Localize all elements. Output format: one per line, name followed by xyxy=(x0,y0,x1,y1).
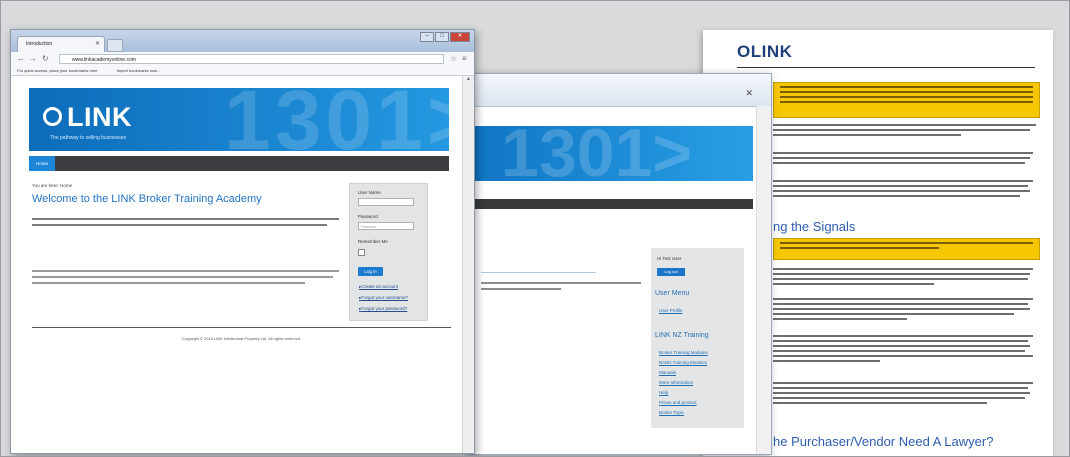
reload-icon[interactable]: ↻ xyxy=(42,54,49,64)
sidebar-item[interactable]: More Information xyxy=(659,380,693,385)
intro-text xyxy=(32,216,342,230)
sidebar-item[interactable]: Prices and product xyxy=(659,400,697,405)
site-brand: LINK xyxy=(67,102,132,132)
create-account-link[interactable]: Create an account xyxy=(359,284,398,290)
forgot-username-link[interactable]: Forgot your username? xyxy=(359,295,408,301)
password-field[interactable]: Password xyxy=(358,222,414,230)
site-navbar: Home xyxy=(29,156,449,171)
close-window-button[interactable]: ✕ xyxy=(450,32,470,42)
highlight-box xyxy=(773,82,1040,118)
document-heading: ng the Signals xyxy=(773,219,856,234)
link-logo-icon xyxy=(43,107,62,126)
nav-home[interactable]: Home xyxy=(29,156,55,171)
middle-sidebar: Hi Test User Log out User Menu User Prof… xyxy=(651,248,744,428)
scroll-up-icon[interactable]: ▲ xyxy=(463,76,474,82)
front-browser-window: Introduction ✕ – □ ✕ ← → ↻ www.linkacademy… xyxy=(10,29,475,454)
scrollbar[interactable] xyxy=(756,106,771,454)
login-box: User Name Password Password Remember Me … xyxy=(349,183,428,321)
password-label: Password xyxy=(358,214,378,219)
browser-toolbar: ← → ↻ www.linkacademyonline.com ☆ ≡ xyxy=(11,52,474,66)
menu-icon[interactable]: ≡ xyxy=(462,54,467,64)
sidebar-item[interactable]: Broker Topic xyxy=(659,410,684,415)
breadcrumb: You are here: Home xyxy=(32,183,73,188)
forgot-password-link[interactable]: Forgot your password? xyxy=(359,306,407,312)
page-title: Welcome to the LINK Broker Training Acad… xyxy=(32,193,262,205)
sidebar-section-title: LINK NZ Training xyxy=(655,332,709,339)
footer-text: Copyright © 2016 LINK Intellectual Prope… xyxy=(181,336,302,341)
document-paragraph xyxy=(773,298,1041,323)
scrollbar[interactable]: ▲ xyxy=(462,76,474,453)
sidebar-item[interactable]: BAND Training Modules xyxy=(659,360,707,365)
middle-text-line xyxy=(481,288,561,290)
site-banner: 1301> LINK The pathway to selling busine… xyxy=(29,88,449,151)
bookmark-item[interactable]: Import bookmarks now... xyxy=(117,68,161,73)
bookmarks-bar: For quick access, place your bookmarks h… xyxy=(11,66,474,76)
document-paragraph xyxy=(773,382,1041,407)
logout-button[interactable]: Log out xyxy=(657,268,685,276)
document-paragraph xyxy=(773,124,1041,139)
bookmark-item[interactable]: For quick access, place your bookmarks h… xyxy=(17,68,97,73)
forward-icon[interactable]: → xyxy=(29,54,37,64)
login-button[interactable]: Log in xyxy=(358,267,383,276)
minimize-button[interactable]: – xyxy=(420,32,434,42)
maximize-button[interactable]: □ xyxy=(435,32,449,42)
tab-title: Introduction xyxy=(26,41,53,47)
sidebar-item[interactable]: Broker Training Modules xyxy=(659,350,708,355)
middle-banner: 1301> xyxy=(471,126,753,181)
middle-navbar xyxy=(471,199,753,209)
sidebar-section-title: User Menu xyxy=(655,290,690,297)
new-tab-button[interactable] xyxy=(107,39,123,52)
document-paragraph xyxy=(773,268,1041,288)
remember-label: Remember Me xyxy=(358,239,388,244)
sidebar-item[interactable]: Help xyxy=(659,390,668,395)
footer-divider xyxy=(32,327,451,328)
document-paragraph xyxy=(773,335,1041,365)
middle-window-chrome: ✕ xyxy=(471,74,771,107)
address-bar[interactable]: www.linkacademyonline.com xyxy=(59,54,444,64)
document-heading: he Purchaser/Vendor Need A Lawyer? xyxy=(773,434,994,449)
browser-tab[interactable]: Introduction ✕ xyxy=(17,36,105,52)
middle-text-line xyxy=(481,282,641,284)
sidebar-item[interactable]: User Profile xyxy=(659,308,683,313)
document-logo: OLINK xyxy=(737,42,793,61)
title-bar: Introduction ✕ – □ ✕ xyxy=(11,30,474,52)
user-greeting: Hi Test User xyxy=(657,256,682,261)
middle-browser-window: ✕ 1301> ——————————————————————— Hi Test … xyxy=(470,73,772,455)
secondary-text xyxy=(32,270,342,288)
remember-checkbox[interactable] xyxy=(358,249,365,256)
close-icon[interactable]: ✕ xyxy=(745,88,753,99)
username-field[interactable] xyxy=(358,198,414,206)
window-controls: – □ ✕ xyxy=(419,32,470,50)
close-icon[interactable]: ✕ xyxy=(95,37,100,51)
middle-content-link[interactable]: ——————————————————————— xyxy=(481,270,596,276)
username-label: User Name xyxy=(358,190,381,195)
banner-number: 1301> xyxy=(224,88,449,151)
document-paragraph xyxy=(773,152,1041,167)
document-header-rule xyxy=(737,67,1035,68)
site-tagline: The pathway to selling businesses xyxy=(50,135,127,141)
highlight-box xyxy=(773,238,1040,260)
star-icon[interactable]: ☆ xyxy=(450,54,457,64)
document-paragraph xyxy=(773,180,1041,200)
sidebar-item[interactable]: Manuals xyxy=(659,370,676,375)
back-icon[interactable]: ← xyxy=(17,54,25,64)
